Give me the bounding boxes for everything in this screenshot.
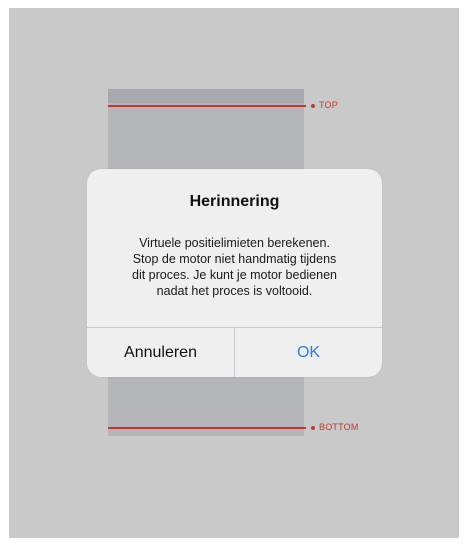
alert-message: Virtuele positielimieten berekenen. Stop…: [105, 235, 364, 299]
bottom-limit-marker: BOTTOM: [311, 422, 359, 432]
reminder-alert-dialog: Herinnering Virtuele positielimieten ber…: [87, 169, 382, 377]
cancel-button[interactable]: Annuleren: [87, 328, 234, 377]
alert-title: Herinnering: [189, 193, 280, 210]
alert-message-line: Virtuele positielimieten berekenen.: [139, 236, 330, 250]
top-limit-dot-icon: [311, 103, 315, 108]
top-limit-line: [108, 105, 306, 107]
bottom-limit-dot-icon: [311, 425, 315, 430]
ok-button[interactable]: OK: [235, 328, 382, 377]
screen: TOP BOTTOM Herinnering Virtuele positiel…: [0, 0, 467, 544]
alert-message-line: nadat het proces is voltooid.: [156, 284, 313, 298]
bottom-limit-line: [108, 427, 306, 429]
shade-top-rail: [108, 89, 304, 103]
alert-message-line: Stop de motor niet handmatig tijdens: [132, 252, 337, 266]
bottom-limit-label: BOTTOM: [319, 422, 359, 432]
alert-message-line: dit proces. Je kunt je motor bedienen: [132, 268, 337, 282]
top-limit-label: TOP: [319, 100, 338, 110]
top-limit-marker: TOP: [311, 100, 338, 110]
